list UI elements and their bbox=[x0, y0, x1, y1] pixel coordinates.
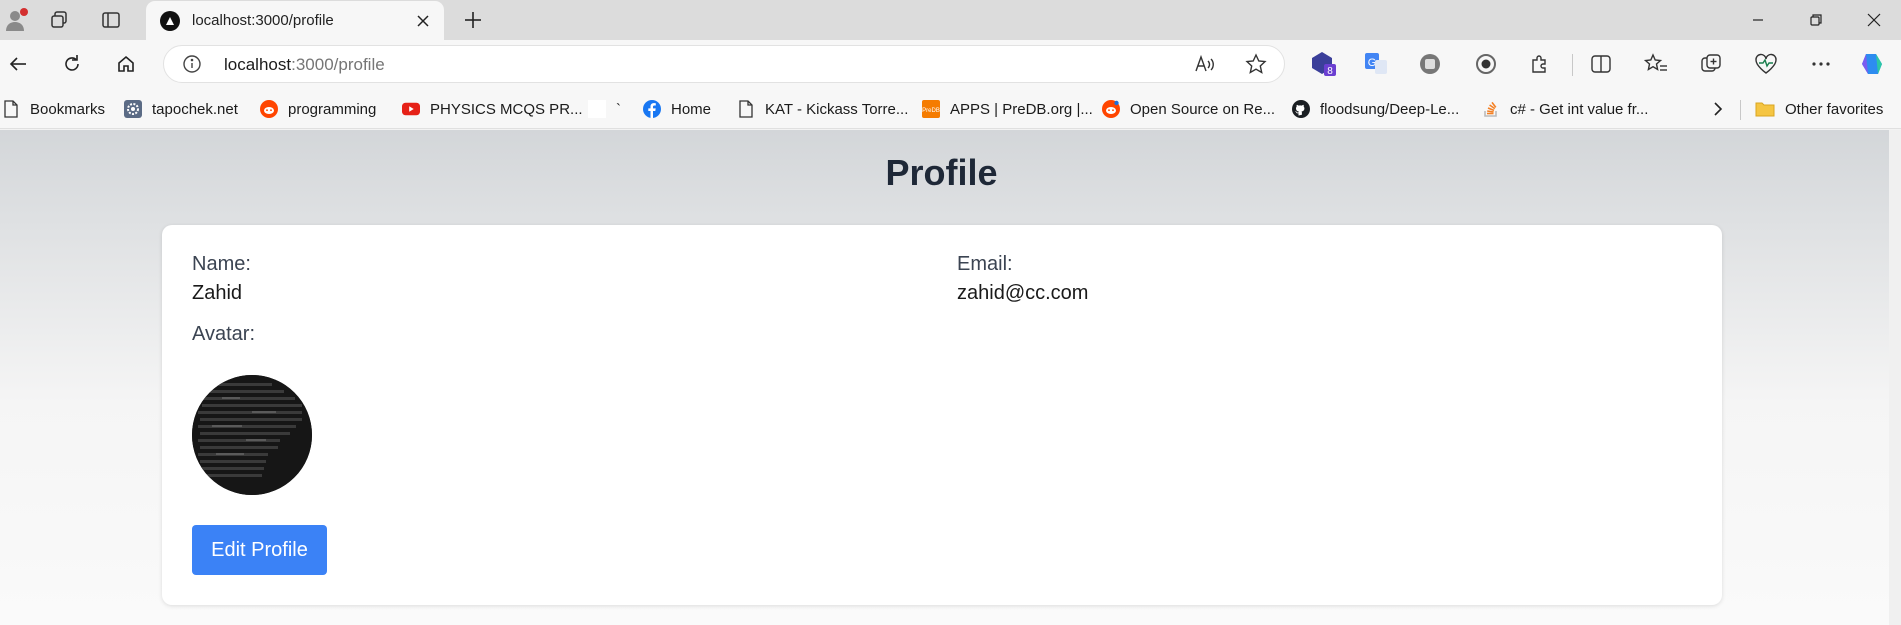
bookmark-label: floodsung/Deep-Le... bbox=[1320, 100, 1460, 118]
profile-avatar-icon[interactable] bbox=[0, 5, 34, 35]
bookmark-label: KAT - Kickass Torre... bbox=[765, 100, 909, 118]
url-host: localhost bbox=[224, 55, 292, 74]
bookmark-item[interactable]: tapochek.net bbox=[124, 96, 238, 122]
back-icon[interactable] bbox=[0, 46, 36, 82]
bookmark-label: programming bbox=[288, 100, 377, 118]
bookmark-item[interactable]: Home bbox=[643, 96, 711, 122]
restore-icon[interactable] bbox=[1792, 0, 1840, 40]
browser-essentials-icon[interactable] bbox=[1750, 48, 1782, 80]
reddit-icon bbox=[1102, 100, 1120, 118]
bookmark-label: Bookmarks bbox=[30, 100, 106, 118]
bookmarks-divider bbox=[1740, 100, 1741, 120]
close-tab-icon[interactable] bbox=[412, 10, 434, 32]
workspaces-icon[interactable] bbox=[42, 5, 76, 35]
bookmark-label: PHYSICS MCQS PR... bbox=[430, 100, 583, 118]
svg-text:PreDB: PreDB bbox=[922, 108, 940, 114]
split-screen-icon[interactable] bbox=[1585, 48, 1617, 80]
refresh-icon[interactable] bbox=[54, 46, 90, 82]
bookmark-label: c# - Get int value fr... bbox=[1510, 100, 1649, 118]
bookmark-label: tapochek.net bbox=[152, 100, 238, 118]
gear-icon bbox=[124, 100, 142, 118]
nextjs-favicon-icon bbox=[160, 10, 180, 31]
bookmark-item[interactable]: ` bbox=[588, 96, 621, 122]
bookmark-label: ` bbox=[616, 100, 621, 118]
bookmark-item[interactable]: c# - Get int value fr... bbox=[1482, 96, 1648, 122]
page-title: Profile bbox=[885, 152, 998, 193]
bookmark-label: APPS | PreDB.org |... bbox=[950, 100, 1093, 118]
folder-icon bbox=[1755, 100, 1775, 118]
other-favorites-folder[interactable]: Other favorites bbox=[1755, 96, 1883, 122]
tab-title: localhost:3000/profile bbox=[192, 12, 334, 29]
file-icon bbox=[737, 100, 755, 118]
github-icon bbox=[1292, 100, 1310, 118]
edit-profile-button[interactable]: Edit Profile bbox=[192, 525, 327, 575]
read-aloud-icon[interactable] bbox=[1188, 48, 1220, 80]
translate-extension-icon[interactable]: G bbox=[1360, 48, 1392, 80]
more-menu-icon[interactable] bbox=[1805, 48, 1837, 80]
avatar bbox=[192, 375, 312, 495]
extension-hexagon-icon[interactable]: 8 bbox=[1308, 48, 1340, 80]
extension-circle-icon[interactable] bbox=[1414, 48, 1446, 80]
predb-icon: PreDB bbox=[922, 100, 940, 118]
file-icon bbox=[2, 100, 20, 118]
bookmark-item[interactable]: PreDB APPS | PreDB.org |... bbox=[922, 96, 1093, 122]
site-info-icon[interactable] bbox=[182, 54, 202, 74]
bookmark-item[interactable]: Open Source on Re... bbox=[1102, 96, 1275, 122]
address-bar[interactable]: localhost:3000/profile bbox=[163, 45, 1285, 83]
svg-text:G: G bbox=[1368, 57, 1377, 69]
youtube-icon bbox=[402, 100, 420, 118]
bookmark-item[interactable]: floodsung/Deep-Le... bbox=[1292, 96, 1459, 122]
profile-card: Name: Zahid Email: zahid@cc.com Avatar: bbox=[162, 225, 1722, 605]
url-path: :3000/profile bbox=[291, 55, 385, 74]
email-value: zahid@cc.com bbox=[957, 282, 1089, 304]
reddit-icon bbox=[260, 100, 278, 118]
favorite-star-icon[interactable] bbox=[1240, 48, 1272, 80]
extension-badge: 8 bbox=[1327, 66, 1333, 77]
copilot-icon[interactable] bbox=[1858, 48, 1890, 80]
tab-strip: localhost:3000/profile bbox=[0, 0, 1901, 40]
bookmark-item[interactable]: PHYSICS MCQS PR... bbox=[402, 96, 583, 122]
bookmark-label: Open Source on Re... bbox=[1130, 100, 1276, 118]
new-tab-icon[interactable] bbox=[456, 5, 490, 35]
bookmark-item[interactable]: KAT - Kickass Torre... bbox=[737, 96, 908, 122]
extensions-puzzle-icon[interactable] bbox=[1524, 48, 1556, 80]
blank-icon bbox=[588, 100, 606, 118]
url-text[interactable]: localhost:3000/profile bbox=[224, 55, 385, 75]
active-tab[interactable]: localhost:3000/profile bbox=[146, 1, 444, 40]
minimize-icon[interactable] bbox=[1734, 0, 1782, 40]
facebook-icon bbox=[643, 100, 661, 118]
record-extension-icon[interactable] bbox=[1470, 48, 1502, 80]
browser-toolbar: localhost:3000/profile 8 G bbox=[0, 40, 1901, 88]
bookmarks-bar: Bookmarks tapochek.net programming PHYSI… bbox=[0, 88, 1901, 129]
page-viewport: Profile Name: Zahid Email: zahid@cc.com … bbox=[0, 130, 1901, 625]
stackoverflow-icon bbox=[1482, 100, 1500, 118]
name-value: Zahid bbox=[192, 282, 243, 304]
bookmark-label: Home bbox=[671, 100, 712, 118]
vertical-scrollbar[interactable] bbox=[1889, 130, 1901, 625]
bookmark-item[interactable]: programming bbox=[260, 96, 376, 122]
collections-icon[interactable] bbox=[1695, 48, 1727, 80]
bookmarks-overflow-chevron-icon[interactable] bbox=[1712, 96, 1724, 122]
avatar-label: Avatar: bbox=[192, 323, 255, 345]
name-label: Name: bbox=[192, 253, 251, 275]
favorites-list-icon[interactable] bbox=[1640, 48, 1672, 80]
other-favorites-label: Other favorites bbox=[1785, 100, 1884, 118]
close-window-icon[interactable] bbox=[1850, 0, 1898, 40]
email-label: Email: bbox=[957, 253, 1013, 275]
bookmark-item[interactable]: Bookmarks bbox=[2, 96, 105, 122]
toolbar-divider bbox=[1572, 54, 1573, 76]
vertical-tabs-icon[interactable] bbox=[94, 5, 128, 35]
home-icon[interactable] bbox=[108, 46, 144, 82]
